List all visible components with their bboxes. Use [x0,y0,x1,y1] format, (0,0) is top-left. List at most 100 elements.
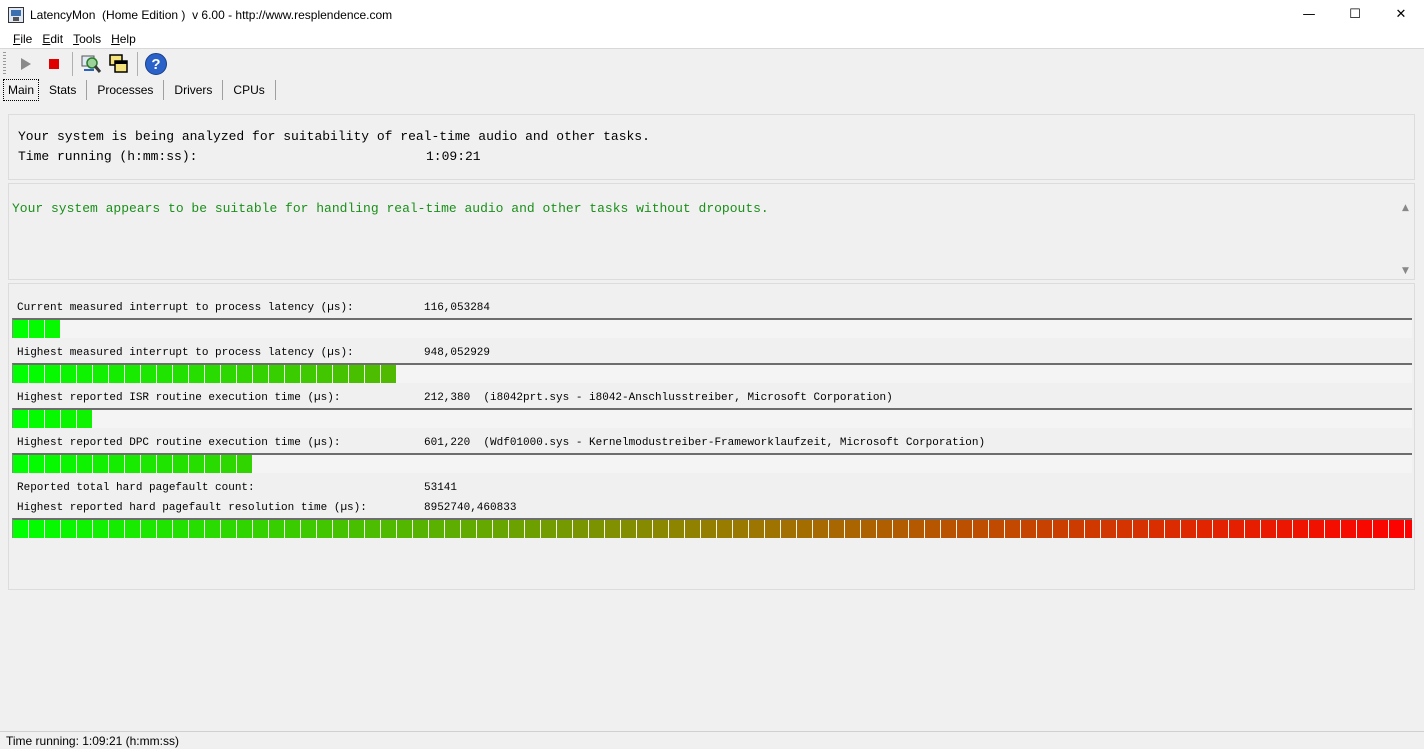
bar-segment [141,520,156,538]
bar-segment [669,520,684,538]
bar-segment [1165,520,1180,538]
bar-segment [1277,520,1292,538]
bar-segment [173,365,188,383]
bar-segment [381,520,396,538]
pagefault-time-bar [12,518,1412,538]
bar-segment [1101,520,1116,538]
bar-segment [157,455,172,473]
bar-segment [477,520,492,538]
maximize-button[interactable]: ☐ [1332,0,1378,29]
menu-bar: File Edit Tools Help [0,29,1424,49]
bar-segment [845,520,860,538]
report-button[interactable] [77,51,105,77]
tab-cpus[interactable]: CPUs [223,80,276,100]
bar-segment [29,410,44,428]
bar-segment [221,455,236,473]
bar-segment [141,455,156,473]
bar-segment [61,410,76,428]
bar-segment [45,320,60,338]
toolbar-grip[interactable] [3,52,6,76]
bar-segment [253,365,268,383]
menu-help-access-key: H [111,31,120,46]
analysis-status-text: Your system is being analyzed for suitab… [18,129,650,144]
toolbar-separator [72,52,73,76]
bar-segment [1293,520,1308,538]
start-button[interactable] [12,51,40,77]
bar-segment [685,520,700,538]
bar-segment [1085,520,1100,538]
minimize-button[interactable]: — [1286,0,1332,29]
menu-edit[interactable]: Edit [37,32,68,46]
tab-drivers[interactable]: Drivers [164,80,224,100]
bar-segment [765,520,780,538]
scroll-up-arrow-icon[interactable]: ▲ [1397,200,1414,216]
close-button[interactable]: ✕ [1378,0,1424,29]
bar-segment [781,520,796,538]
tab-processes[interactable]: Processes [87,80,165,100]
bar-segment [269,520,284,538]
window-title: LatencyMon (Home Edition ) v 6.00 - http… [30,7,393,22]
bar-segment [557,520,572,538]
dpc-time-value: 601,220 (Wdf01000.sys - Kernelmodustreib… [424,437,986,449]
bar-segment [285,520,300,538]
bar-segment [1245,520,1260,538]
bar-segment [541,520,556,538]
bar-segment [269,365,284,383]
bar-segment [813,520,828,538]
isr-time-value: 212,380 (i8042prt.sys - i8042-Anschlusst… [424,392,893,404]
bar-segment [957,520,972,538]
bar-segment [45,520,60,538]
bar-segment [1149,520,1164,538]
bar-segment [829,520,844,538]
conclusion-scrollbar[interactable]: ▲ ▼ [1397,200,1414,279]
isr-time-bar [12,408,1412,428]
bar-segment [1261,520,1276,538]
bar-segment [1037,520,1052,538]
scroll-down-arrow-icon[interactable]: ▼ [1397,263,1414,279]
bar-segment [365,520,380,538]
bar-segment [989,520,1004,538]
menu-help[interactable]: Help [106,32,141,46]
highest-latency-bar [12,363,1412,383]
bar-segment [733,520,748,538]
stop-button[interactable] [40,51,68,77]
bar-segment [77,455,92,473]
menu-tools[interactable]: Tools [68,32,106,46]
bar-segment [45,410,60,428]
bar-segment [77,410,92,428]
tab-strip: Main Stats Processes Drivers CPUs [0,79,276,101]
status-bar-text: Time running: 1:09:21 (h:mm:ss) [6,733,179,748]
bar-segment [301,520,316,538]
pagefault-count-label: Reported total hard pagefault count: [17,482,255,494]
bar-segment [605,520,620,538]
play-icon [21,58,31,70]
help-button[interactable]: ? [142,51,170,77]
bar-segment [493,520,508,538]
menu-file[interactable]: File [8,32,37,46]
bar-segment [1197,520,1212,538]
bar-segment [93,455,108,473]
tab-main[interactable]: Main [3,79,40,101]
toolbar: ? [0,49,1424,79]
bar-segment [189,455,204,473]
bar-segment [141,365,156,383]
bar-segment [909,520,924,538]
bar-segment [29,520,44,538]
bar-segment [1213,520,1228,538]
bar-segment [61,455,76,473]
windows-button[interactable] [105,51,133,77]
highest-latency-value: 948,052929 [424,347,491,359]
bar-segment [189,365,204,383]
bar-segment [205,365,220,383]
bar-segment [77,365,92,383]
bar-segment [1357,520,1372,538]
bar-segment [701,520,716,538]
tab-stats[interactable]: Stats [39,80,88,100]
bar-segment [285,365,300,383]
bar-segment [61,520,76,538]
bar-segment [1005,520,1020,538]
bar-segment [125,365,140,383]
bar-segment [1325,520,1340,538]
menu-edit-label: dit [50,31,64,46]
bar-segment [973,520,988,538]
